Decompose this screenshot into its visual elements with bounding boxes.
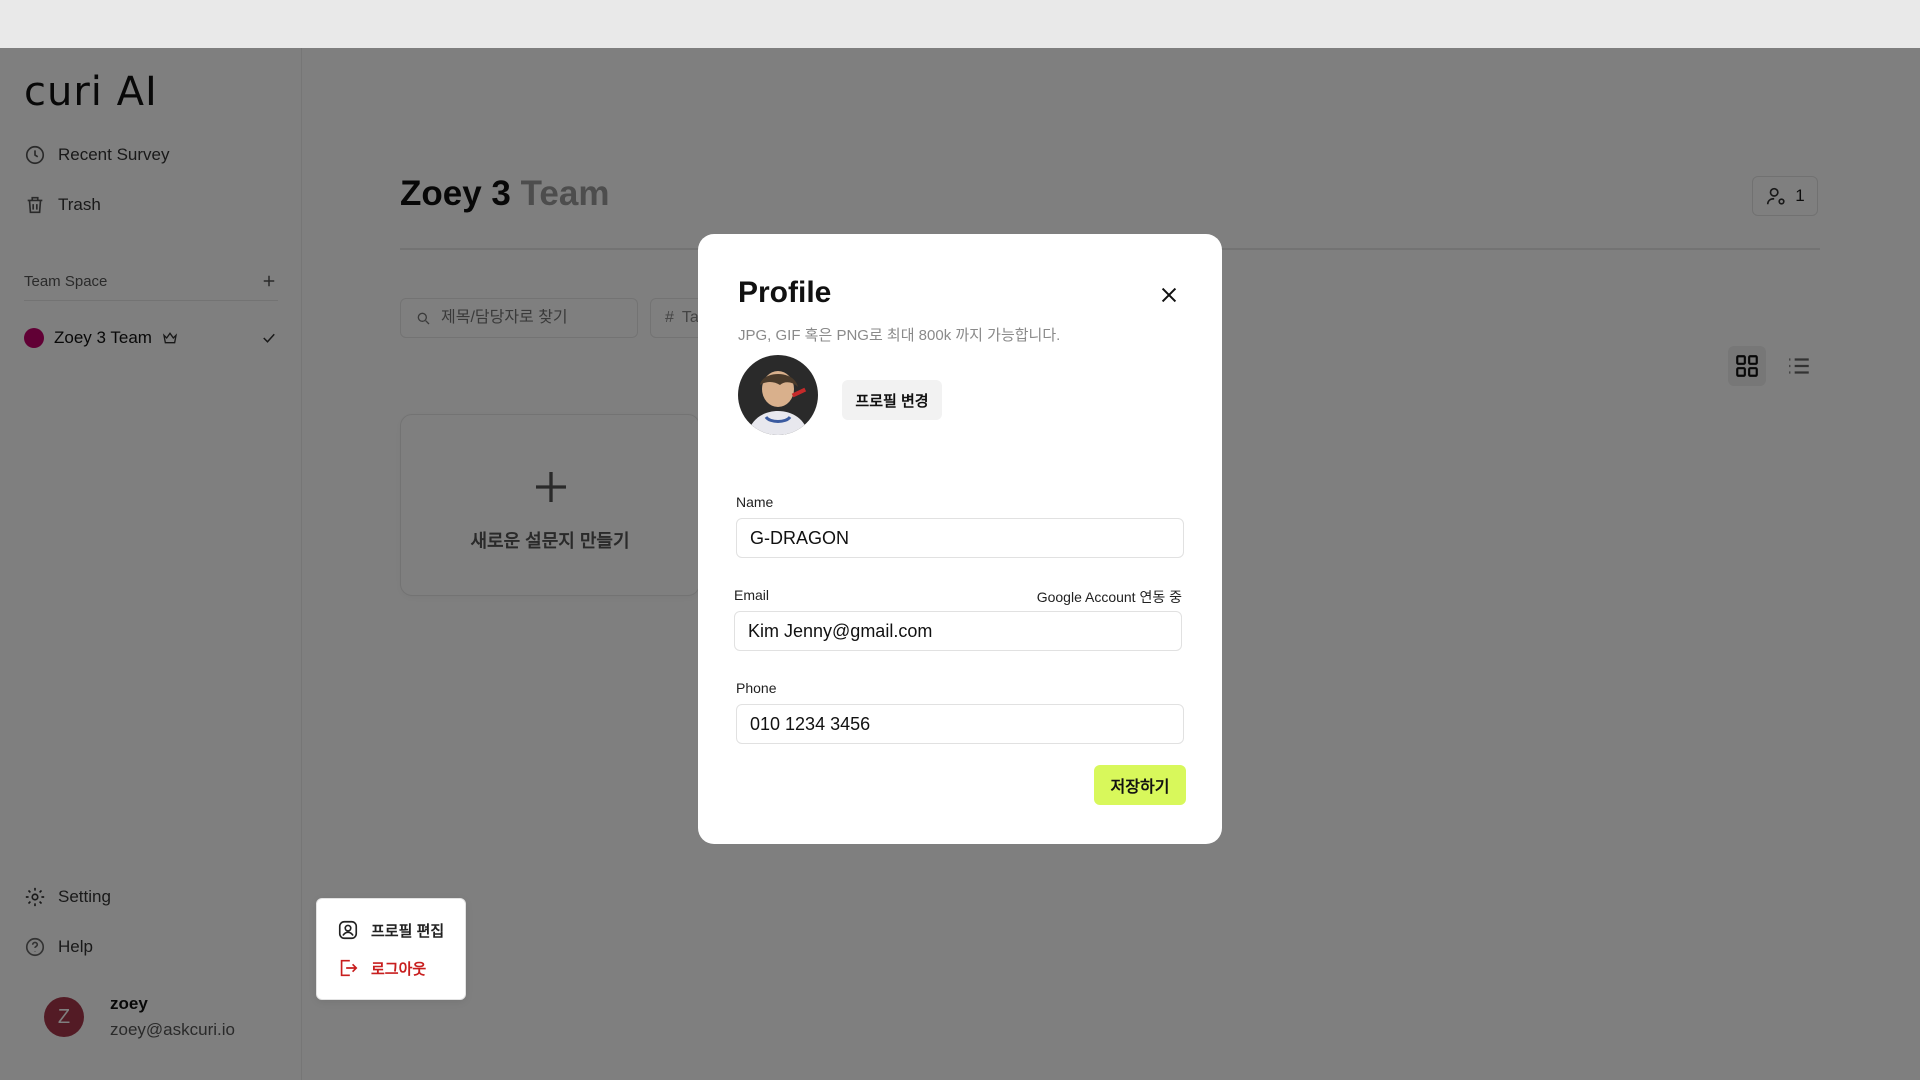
email-label: Email bbox=[734, 587, 770, 603]
account-popup-menu: 프로필 편집 로그아웃 bbox=[316, 898, 466, 1000]
phone-field[interactable] bbox=[736, 704, 1184, 744]
logout-menu-item[interactable]: 로그아웃 bbox=[337, 957, 426, 979]
profile-photo bbox=[738, 355, 818, 435]
edit-profile-menu-item[interactable]: 프로필 편집 bbox=[337, 919, 444, 941]
name-input[interactable] bbox=[750, 527, 1183, 549]
profile-modal: Profile JPG, GIF 혹은 PNG로 최대 800k 까지 가능합니… bbox=[698, 234, 1222, 844]
modal-title: Profile bbox=[738, 276, 832, 309]
google-account-status: Google Account 연동 중 bbox=[1036, 589, 1182, 605]
change-profile-button[interactable]: 프로필 변경 bbox=[842, 380, 942, 420]
email-input[interactable] bbox=[748, 620, 1181, 642]
profile-picture bbox=[738, 355, 818, 435]
browser-top-bar bbox=[0, 0, 1920, 48]
logout-icon bbox=[340, 959, 358, 977]
menu-item-label: 로그아웃 bbox=[371, 960, 427, 978]
phone-label: Phone bbox=[736, 680, 777, 696]
name-field[interactable] bbox=[736, 518, 1184, 558]
name-label: Name bbox=[736, 494, 774, 510]
user-profile-icon bbox=[338, 920, 358, 940]
menu-item-label: 프로필 편집 bbox=[371, 922, 445, 940]
save-button[interactable]: 저장하기 bbox=[1094, 765, 1186, 805]
close-icon[interactable] bbox=[1158, 284, 1180, 306]
email-field[interactable] bbox=[734, 611, 1182, 651]
phone-input[interactable] bbox=[750, 713, 1183, 735]
modal-subtitle: JPG, GIF 혹은 PNG로 최대 800k 까지 가능합니다. bbox=[738, 327, 1061, 344]
